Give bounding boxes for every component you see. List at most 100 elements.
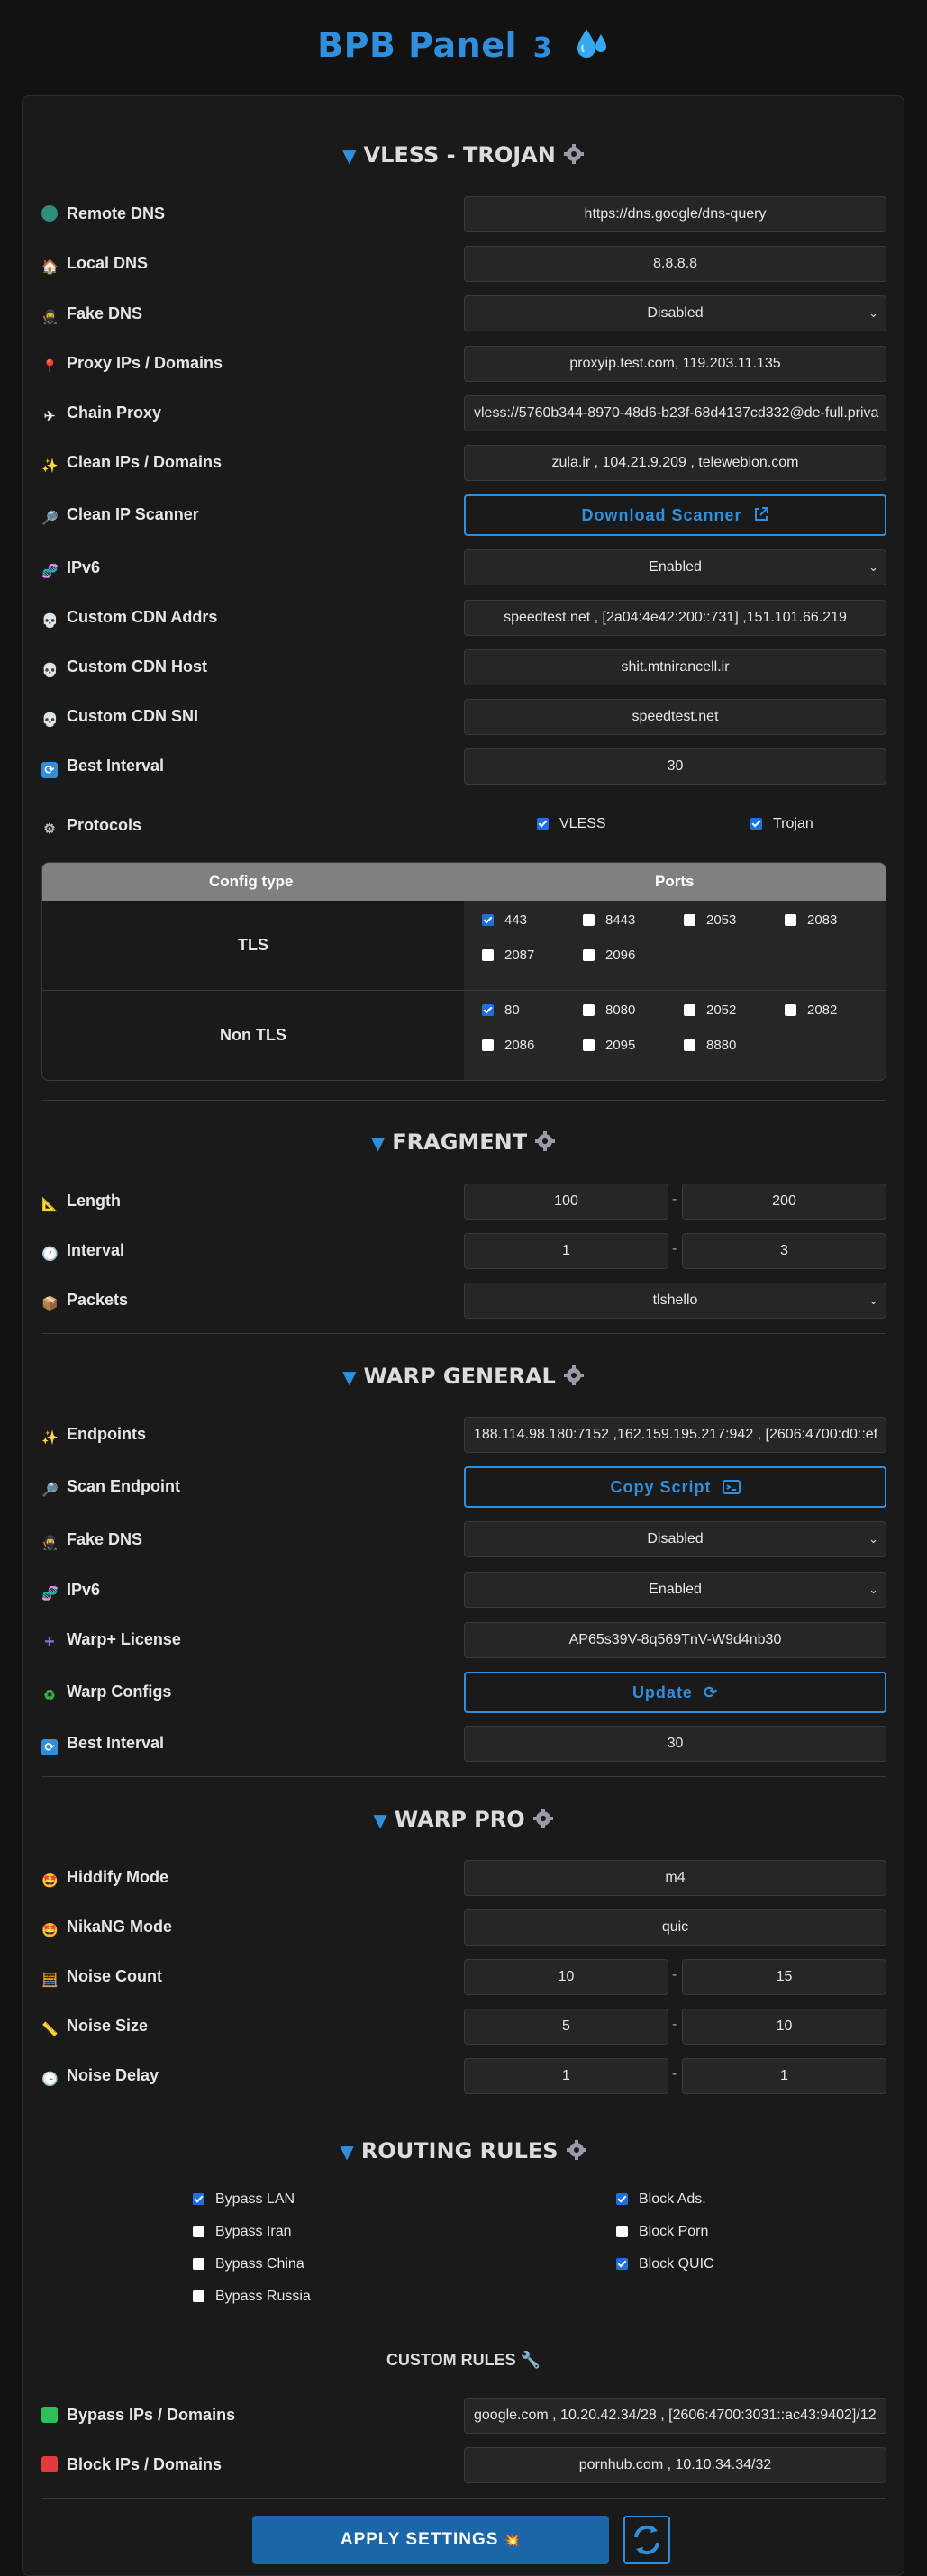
port-checkbox-8443[interactable]: 8443 <box>583 912 635 928</box>
collapse-triangle-icon[interactable]: ▼ <box>340 2141 353 2163</box>
checkbox-unchecked[interactable] <box>193 2258 204 2270</box>
checkbox-checked[interactable] <box>482 914 494 926</box>
port-checkbox-2095[interactable]: 2095 <box>583 1038 635 1053</box>
block-ads-checkbox[interactable]: Block Ads. <box>616 2191 706 2208</box>
checkbox-unchecked[interactable] <box>482 949 494 961</box>
block-ips-input[interactable]: pornhub.com , 10.10.34.34/32 <box>464 2447 886 2483</box>
trojan-checkbox[interactable]: Trojan <box>750 816 813 832</box>
checkbox-unchecked[interactable] <box>785 914 796 926</box>
table-header: Config type Ports <box>42 863 886 901</box>
nikang-input[interactable]: quic <box>464 1909 886 1946</box>
collapse-triangle-icon[interactable]: ▼ <box>371 1132 385 1154</box>
ipv6-select[interactable]: Enabled ⌄ <box>464 549 886 585</box>
vless-checkbox[interactable]: VLESS <box>537 816 606 832</box>
house-icon: 🏠 <box>41 259 59 275</box>
packets-select[interactable]: tlshello ⌄ <box>464 1283 886 1319</box>
clean-ips-label: ✨ Clean IPs / Domains <box>41 446 222 478</box>
checkbox-unchecked[interactable] <box>684 1004 695 1016</box>
checkbox-checked[interactable] <box>537 818 549 830</box>
checkbox-unchecked[interactable] <box>616 2226 628 2237</box>
cdn-host-input[interactable]: shit.mtnirancell.ir <box>464 649 886 685</box>
bypass-iran-checkbox[interactable]: Bypass Iran <box>193 2224 291 2240</box>
warp-best-interval-input[interactable]: 30 <box>464 1726 886 1762</box>
clean-ips-input[interactable]: zula.ir , 104.21.9.209 , telewebion.com <box>464 445 886 481</box>
checkbox-unchecked[interactable] <box>785 1004 796 1016</box>
port-checkbox-443[interactable]: 443 <box>482 912 527 928</box>
collapse-triangle-icon[interactable]: ▼ <box>342 145 356 167</box>
block-porn-checkbox[interactable]: Block Porn <box>616 2224 708 2240</box>
warp-ipv6-select[interactable]: Enabled ⌄ <box>464 1572 886 1608</box>
endpoints-input[interactable]: 188.114.98.180:7152 ,162.159.195.217:942… <box>464 1417 886 1453</box>
port-checkbox-2086[interactable]: 2086 <box>482 1038 534 1053</box>
interval-max-input[interactable]: 3 <box>682 1233 886 1269</box>
download-scanner-button[interactable]: Download Scanner <box>464 494 886 536</box>
warp-best-interval-text: Best Interval <box>67 1734 165 1752</box>
port-checkbox-2096[interactable]: 2096 <box>583 948 635 963</box>
chevron-down-icon: ⌄ <box>868 306 878 320</box>
checkbox-unchecked[interactable] <box>583 1004 595 1016</box>
checkbox-checked[interactable] <box>193 2193 204 2205</box>
port-checkbox-2087[interactable]: 2087 <box>482 948 534 963</box>
copy-script-button[interactable]: Copy Script <box>464 1466 886 1508</box>
checkbox-unchecked[interactable] <box>193 2226 204 2237</box>
length-min-input[interactable]: 100 <box>464 1184 668 1220</box>
length-max-input[interactable]: 200 <box>682 1184 886 1220</box>
port-checkbox-2082[interactable]: 2082 <box>785 1002 837 1018</box>
port-checkbox-80[interactable]: 80 <box>482 1002 520 1018</box>
interval-min-input[interactable]: 1 <box>464 1233 668 1269</box>
checkbox-checked[interactable] <box>616 2258 628 2270</box>
gear-icon <box>563 1365 584 1385</box>
noise-size-min-input[interactable]: 5 <box>464 2009 668 2045</box>
collapse-triangle-icon[interactable]: ▼ <box>342 1366 356 1388</box>
download-scanner-label: Download Scanner <box>581 506 742 524</box>
noise-delay-min-input[interactable]: 1 <box>464 2058 668 2094</box>
warp-fake-dns-select[interactable]: Disabled ⌄ <box>464 1521 886 1557</box>
port-label: 2052 <box>706 1002 737 1018</box>
port-checkbox-8880[interactable]: 8880 <box>684 1038 736 1053</box>
bypass-ips-input[interactable]: google.com , 10.20.42.34/28 , [2606:4700… <box>464 2398 886 2434</box>
noise-count-min-input[interactable]: 10 <box>464 1959 668 1995</box>
port-label: 2053 <box>706 912 737 928</box>
checkbox-unchecked[interactable] <box>583 914 595 926</box>
noise-size-max-input[interactable]: 10 <box>682 2009 886 2045</box>
port-checkbox-2083[interactable]: 2083 <box>785 912 837 928</box>
warp-license-input[interactable]: AP65s39V-8q569TnV-W9d4nb30 <box>464 1622 886 1658</box>
apply-settings-button[interactable]: APPLY SETTINGS 💥 <box>252 2516 609 2564</box>
remote-dns-input[interactable]: https://dns.google/dns-query <box>464 196 886 232</box>
update-button[interactable]: Update ⟳ <box>464 1672 886 1713</box>
warp-configs-text: Warp Configs <box>67 1683 172 1701</box>
checkbox-unchecked[interactable] <box>482 1039 494 1051</box>
checkbox-unchecked[interactable] <box>583 1039 595 1051</box>
checkbox-checked[interactable] <box>750 818 762 830</box>
bypass-russia-checkbox[interactable]: Bypass Russia <box>193 2289 311 2305</box>
bypass-lan-checkbox[interactable]: Bypass LAN <box>193 2191 295 2208</box>
cdn-sni-input[interactable]: speedtest.net <box>464 699 886 735</box>
fake-dns-select[interactable]: Disabled ⌄ <box>464 295 886 331</box>
port-checkbox-2052[interactable]: 2052 <box>684 1002 736 1018</box>
refresh-button[interactable] <box>623 2516 670 2564</box>
checkbox-unchecked[interactable] <box>684 1039 695 1051</box>
bypass-china-checkbox[interactable]: Bypass China <box>193 2256 304 2272</box>
best-interval-input[interactable]: 30 <box>464 748 886 785</box>
warp-license-text: Warp+ License <box>67 1630 181 1648</box>
nikang-text: NikaNG Mode <box>67 1918 173 1936</box>
checkbox-checked[interactable] <box>616 2193 628 2205</box>
noise-delay-max-input[interactable]: 1 <box>682 2058 886 2094</box>
cdn-addrs-input[interactable]: speedtest.net , [2a04:4e42:200::731] ,15… <box>464 600 886 636</box>
noise-count-max-input[interactable]: 15 <box>682 1959 886 1995</box>
proxy-ips-input[interactable]: proxyip.test.com, 119.203.11.135 <box>464 346 886 382</box>
divider <box>41 1776 886 1777</box>
checkbox-unchecked[interactable] <box>684 914 695 926</box>
checkbox-unchecked[interactable] <box>583 949 595 961</box>
port-checkbox-8080[interactable]: 8080 <box>583 1002 635 1018</box>
ipv6-text: IPv6 <box>67 558 101 576</box>
port-checkbox-2053[interactable]: 2053 <box>684 912 736 928</box>
checkbox-checked[interactable] <box>482 1004 494 1016</box>
block-quic-checkbox[interactable]: Block QUIC <box>616 2256 714 2272</box>
chain-proxy-input[interactable]: vless://5760b344-8970-48d6-b23f-68d4137c… <box>464 395 886 431</box>
hiddify-input[interactable]: m4 <box>464 1860 886 1896</box>
local-dns-input[interactable]: 8.8.8.8 <box>464 246 886 282</box>
checkbox-unchecked[interactable] <box>193 2290 204 2302</box>
collapse-triangle-icon[interactable]: ▼ <box>373 1810 386 1831</box>
version-text: 3 <box>532 32 553 64</box>
